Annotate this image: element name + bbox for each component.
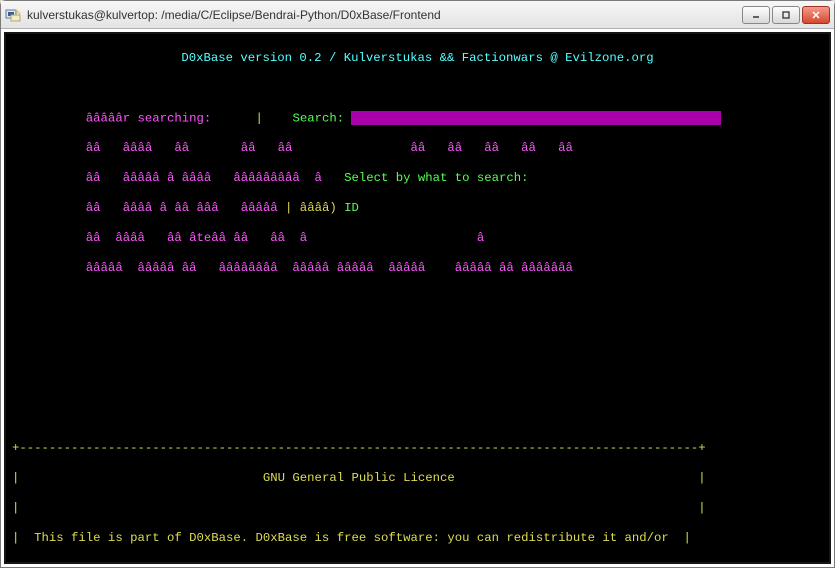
ascii-row-4: ââ ââââ ââ âteââ ââ ââ â â <box>86 231 484 245</box>
app-header: D0xBase version 0.2 / Kulverstukas && Fa… <box>12 51 823 66</box>
searching-label: âââââr searching: <box>86 111 211 125</box>
ascii-row-1: ââ ââââ ââ ââ ââ ââ ââ ââ ââ ââ <box>86 141 573 155</box>
window-title: kulverstukas@kulvertop: /media/C/Eclipse… <box>27 8 742 22</box>
ascii-row-2: ââ âââââ â ââââ âââââââââ â <box>86 171 344 185</box>
app-window: kulverstukas@kulvertop: /media/C/Eclipse… <box>0 0 835 568</box>
search-input[interactable] <box>351 111 721 125</box>
titlebar[interactable]: kulverstukas@kulvertop: /media/C/Eclipse… <box>1 1 834 29</box>
terminal[interactable]: D0xBase version 0.2 / Kulverstukas && Fa… <box>4 32 831 564</box>
window-buttons <box>742 6 830 24</box>
client-area: D0xBase version 0.2 / Kulverstukas && Fa… <box>1 29 834 567</box>
close-button[interactable] <box>802 6 830 24</box>
ascii-row-3: ââ ââââ â ââ âââ âââââ <box>86 201 278 215</box>
licence-p2: modify it under the terms of the GNU Gen… <box>42 561 662 564</box>
licence-title: | GNU General Public Licence | <box>12 471 823 486</box>
divider-top: +---------------------------------------… <box>12 441 823 456</box>
id-label: ID <box>344 201 359 215</box>
select-by-label: Select by what to search: <box>344 171 528 185</box>
minimize-button[interactable] <box>742 6 770 24</box>
putty-icon <box>5 7 21 23</box>
search-label: Search: <box>292 111 344 125</box>
ascii-row-5: âââââ âââââ ââ ââââââââ âââââ âââââ ââââ… <box>86 261 573 275</box>
licence-p1: This file is part of D0xBase. D0xBase is… <box>34 531 669 545</box>
maximize-button[interactable] <box>772 6 800 24</box>
